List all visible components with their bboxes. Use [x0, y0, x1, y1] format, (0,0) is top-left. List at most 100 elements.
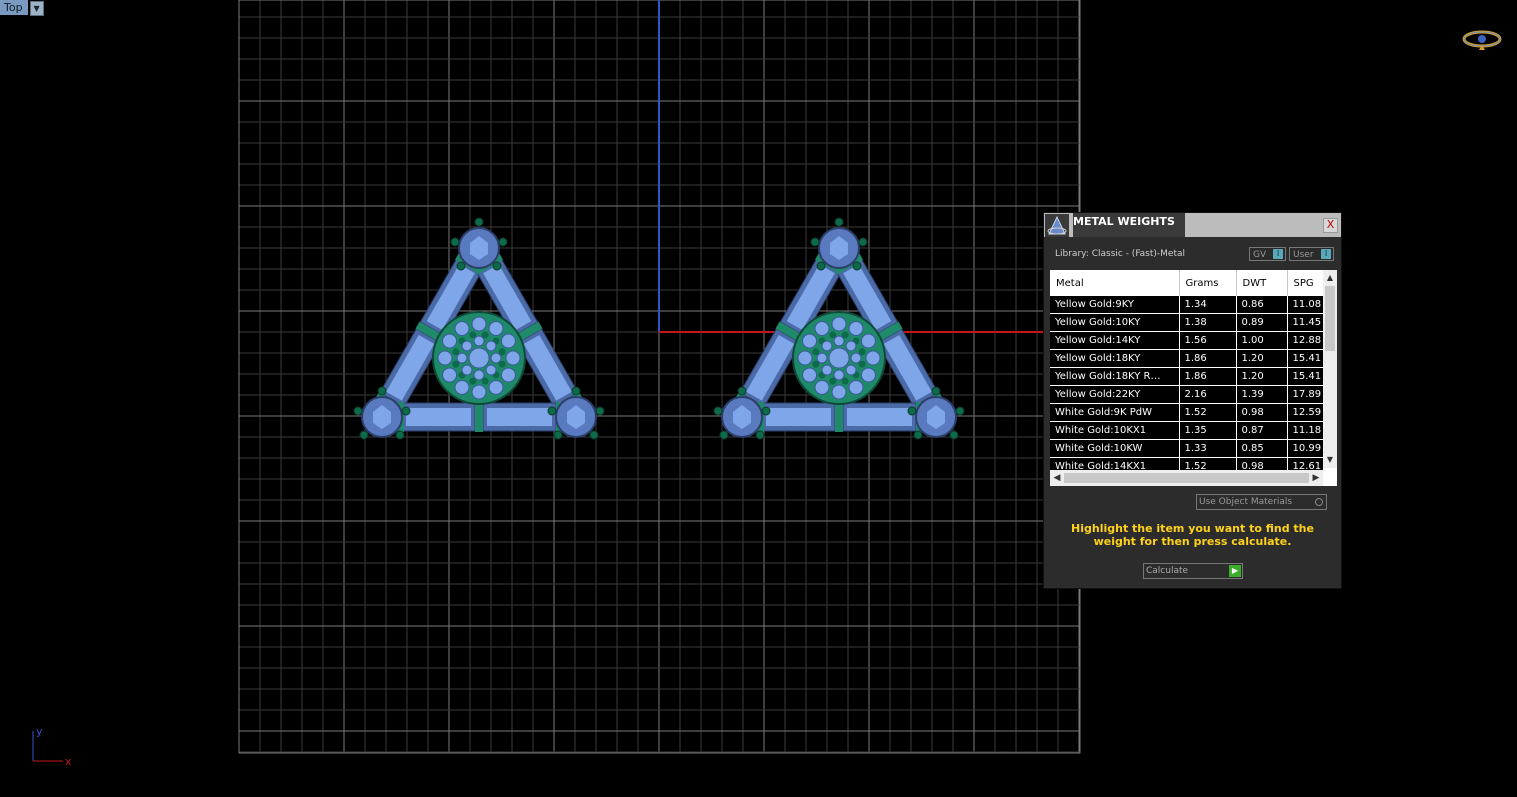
prong [761, 406, 771, 416]
table-cell: 15.41 [1287, 367, 1324, 386]
scroll-left-icon[interactable]: ◀ [1050, 470, 1064, 486]
use-object-materials-option[interactable]: Use Object Materials [1196, 494, 1327, 510]
close-icon[interactable]: X [1323, 218, 1338, 233]
column-header[interactable]: SPG [1287, 270, 1324, 296]
table-cell: 12.59 [1287, 403, 1324, 422]
table-cell: Yellow Gold:14KY [1050, 331, 1180, 350]
metal-weights-dialog[interactable]: METAL WEIGHTS X Library: Classic - (Fast… [1043, 212, 1342, 589]
scroll-down-icon[interactable]: ▼ [1323, 454, 1337, 466]
prong [359, 430, 369, 440]
prong [456, 261, 466, 271]
baguette-bar [756, 402, 924, 432]
table-cell: White Gold:10KW [1050, 439, 1180, 458]
halo-stone [831, 384, 847, 400]
gv-toggle[interactable]: GV I [1249, 247, 1286, 261]
halo-stone [461, 340, 473, 352]
column-header[interactable]: Metal [1050, 270, 1180, 296]
table-cell: Yellow Gold:18KY [1050, 349, 1180, 368]
view-name[interactable]: Top [0, 0, 28, 15]
user-toggle-label: User [1293, 250, 1314, 260]
table-cell: 11.08 [1287, 296, 1324, 314]
table-row[interactable]: White Gold:10KW 1.33 0.85 10.99 [1050, 439, 1324, 458]
table-cell: 1.00 [1236, 331, 1288, 350]
prong [737, 386, 747, 396]
halo-stone [456, 352, 468, 364]
table-cell: 1.20 [1236, 349, 1288, 368]
vertical-scrollbar[interactable]: ▲ ▼ [1323, 270, 1337, 468]
play-icon: ▶ [1229, 565, 1241, 577]
prong [852, 261, 862, 271]
prong [719, 430, 729, 440]
prong [353, 406, 363, 416]
prong [492, 261, 502, 271]
chevron-down-icon[interactable]: ▼ [29, 1, 44, 16]
prong [858, 237, 868, 247]
table-row[interactable]: White Gold:10KX1 1.35 0.87 11.18 [1050, 421, 1324, 440]
table-row[interactable]: Yellow Gold:18KY R… 1.86 1.20 15.41 [1050, 367, 1324, 386]
scrollbar-thumb[interactable] [1064, 473, 1309, 483]
halo-stone [797, 350, 813, 366]
prong [834, 217, 844, 227]
halo-stone [833, 369, 845, 381]
halo-stone [485, 340, 497, 352]
library-label: Library: Classic - (Fast)-Metal [1055, 249, 1186, 259]
user-toggle[interactable]: User I [1289, 247, 1334, 261]
halo-stone [860, 333, 876, 349]
prong [949, 430, 959, 440]
prong [547, 406, 557, 416]
column-header[interactable]: Grams [1179, 270, 1237, 296]
toggle-knob-icon: I [1321, 249, 1331, 259]
halo-stone [816, 352, 828, 364]
table-row[interactable]: Yellow Gold:14KY 1.56 1.00 12.88 [1050, 331, 1324, 350]
baguette-bar [396, 402, 564, 432]
table-cell: 1.38 [1179, 313, 1237, 332]
view-selector[interactable]: Top ▼ [0, 0, 44, 16]
prong [907, 406, 917, 416]
toggle-knob-icon: I [1273, 249, 1283, 259]
halo-stone [437, 350, 453, 366]
halo-stone [454, 321, 470, 337]
prong [816, 261, 826, 271]
table-cell: 17.89 [1287, 385, 1324, 404]
halo-stone [848, 321, 864, 337]
prong [589, 430, 599, 440]
prong [395, 430, 405, 440]
scroll-right-icon[interactable]: ▶ [1309, 470, 1323, 486]
table-cell: 1.39 [1236, 385, 1288, 404]
scroll-up-icon[interactable]: ▲ [1323, 272, 1337, 284]
orbit-gizmo-icon[interactable] [1462, 28, 1502, 52]
table-cell: Yellow Gold:9KY [1050, 296, 1180, 314]
halo-stone [500, 367, 516, 383]
prong [401, 406, 411, 416]
scrollbar-thumb[interactable] [1325, 286, 1335, 351]
halo-stone [821, 364, 833, 376]
column-header[interactable]: DWT [1236, 270, 1288, 296]
table-cell: 1.20 [1236, 367, 1288, 386]
prong [450, 237, 460, 247]
table-row[interactable]: Yellow Gold:10KY 1.38 0.89 11.45 [1050, 313, 1324, 332]
halo-stone [473, 369, 485, 381]
table-row[interactable]: Yellow Gold:22KY 2.16 1.39 17.89 [1050, 385, 1324, 404]
metal-table[interactable]: Metal Grams DWT SPG Yellow Gold:9KY 1.34 0.86… [1050, 270, 1337, 486]
dialog-title: METAL WEIGHTS [1073, 213, 1185, 237]
axis-indicator-icon: y x [32, 725, 72, 768]
table-cell: 0.85 [1236, 439, 1288, 458]
radio-icon[interactable] [1315, 498, 1323, 506]
table-cell: 11.45 [1287, 313, 1324, 332]
halo-stone [802, 333, 818, 349]
calculate-button[interactable]: Calculate ▶ [1143, 563, 1243, 579]
table-row[interactable]: Yellow Gold:18KY 1.86 1.20 15.41 [1050, 349, 1324, 368]
halo-stone [802, 367, 818, 383]
prong [571, 386, 581, 396]
dialog-titlebar[interactable]: METAL WEIGHTS X [1044, 213, 1341, 237]
table-row[interactable]: White Gold:9K PdW 1.52 0.98 12.59 [1050, 403, 1324, 422]
table-cell: 1.35 [1179, 421, 1237, 440]
center-stone [828, 347, 850, 369]
halo-stone [833, 335, 845, 347]
table-cell: 15.41 [1287, 349, 1324, 368]
table-cell: White Gold:9K PdW [1050, 403, 1180, 422]
halo-stone [488, 379, 504, 395]
table-row[interactable]: Yellow Gold:9KY 1.34 0.86 11.08 [1050, 296, 1324, 314]
horizontal-scrollbar[interactable]: ◀ ▶ [1050, 470, 1323, 486]
halo-stone [821, 340, 833, 352]
